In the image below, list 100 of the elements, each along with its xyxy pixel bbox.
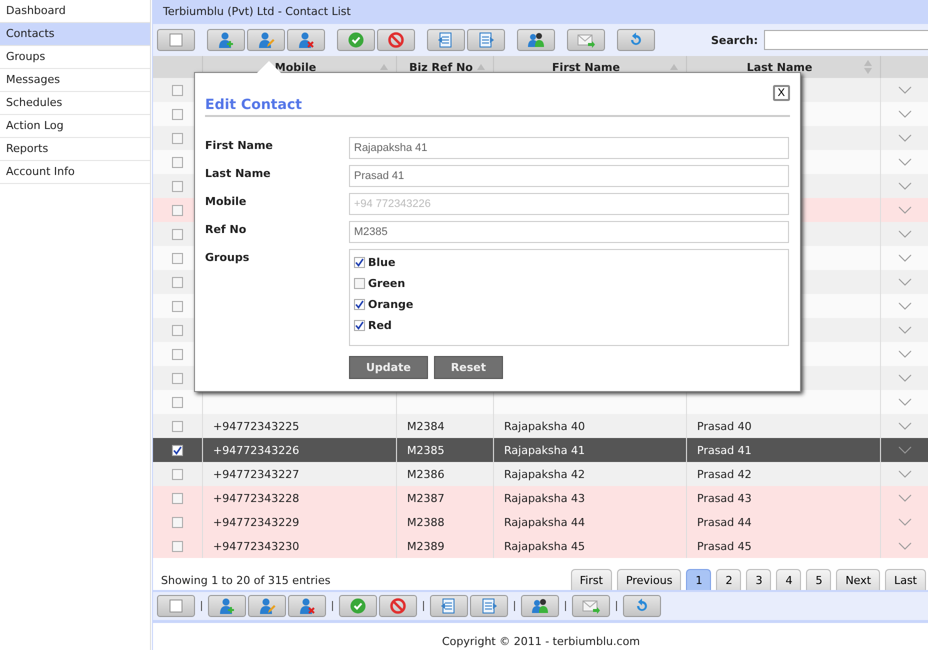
row-checkbox[interactable]: [172, 324, 183, 336]
input-field[interactable]: M2385: [349, 221, 789, 243]
group-checkbox[interactable]: Orange: [354, 294, 414, 315]
chevron-down-icon[interactable]: [898, 206, 912, 214]
people-icon: [531, 597, 549, 615]
export-button[interactable]: [470, 595, 508, 617]
page-button[interactable]: 5: [806, 569, 832, 590]
add-button[interactable]: [207, 29, 245, 51]
edit-button[interactable]: [248, 595, 286, 617]
row-checkbox[interactable]: [172, 156, 183, 168]
row-checkbox[interactable]: [172, 444, 183, 456]
row-checkbox[interactable]: [172, 132, 183, 144]
input-field[interactable]: Prasad 41: [349, 165, 789, 187]
row-checkbox[interactable]: [172, 468, 183, 480]
chevron-down-icon[interactable]: [898, 302, 912, 310]
table-cell: Prasad 42: [697, 468, 752, 480]
sidebar-item[interactable]: Reports: [0, 138, 150, 161]
people-button[interactable]: [521, 595, 559, 617]
row-checkbox[interactable]: [172, 348, 183, 360]
row-checkbox[interactable]: [172, 228, 183, 240]
mail-button[interactable]: [572, 595, 610, 617]
sidebar-item[interactable]: Groups: [0, 46, 150, 69]
chevron-down-icon[interactable]: [898, 422, 912, 430]
sidebar-item[interactable]: Messages: [0, 69, 150, 92]
table-cell: +94772343230: [213, 540, 300, 552]
chevron-down-icon[interactable]: [898, 374, 912, 382]
chevron-down-icon[interactable]: [898, 110, 912, 118]
row-checkbox[interactable]: [172, 492, 183, 504]
sidebar-item[interactable]: Account Info: [0, 161, 150, 184]
no-sign-icon: [389, 597, 407, 615]
table-cell: M2387: [407, 492, 444, 504]
row-checkbox[interactable]: [172, 516, 183, 528]
chevron-down-icon[interactable]: [898, 542, 912, 550]
row-checkbox[interactable]: [172, 372, 183, 384]
page-button[interactable]: First: [570, 569, 612, 590]
search-field[interactable]: [764, 30, 928, 50]
select-button[interactable]: [157, 595, 195, 617]
people-button[interactable]: [517, 29, 555, 51]
chevron-down-icon[interactable]: [898, 134, 912, 142]
chevron-down-icon[interactable]: [898, 470, 912, 478]
page-button[interactable]: 2: [716, 569, 742, 590]
chevron-down-icon[interactable]: [898, 518, 912, 526]
block-button[interactable]: [377, 29, 415, 51]
refresh-button[interactable]: [617, 29, 655, 51]
chevron-down-icon[interactable]: [898, 446, 912, 454]
chevron-down-icon[interactable]: [898, 86, 912, 94]
select-button[interactable]: [157, 29, 195, 51]
import-button[interactable]: [427, 29, 465, 51]
remove-button[interactable]: [288, 595, 326, 617]
row-checkbox[interactable]: [172, 540, 183, 552]
export-button[interactable]: [467, 29, 505, 51]
sidebar-item[interactable]: Contacts: [0, 23, 150, 46]
row-checkbox[interactable]: [172, 204, 183, 216]
chevron-down-icon[interactable]: [898, 398, 912, 406]
update-button[interactable]: Update: [349, 356, 428, 379]
group-checkbox[interactable]: Red: [354, 315, 392, 336]
page-button[interactable]: Last: [885, 569, 926, 590]
chevron-down-icon[interactable]: [898, 254, 912, 262]
chevron-down-icon[interactable]: [898, 230, 912, 238]
close-button[interactable]: X: [772, 85, 790, 101]
row-checkbox[interactable]: [172, 276, 183, 288]
page-button[interactable]: 1: [686, 569, 712, 590]
edit-button[interactable]: [247, 29, 285, 51]
input-field[interactable]: Rajapaksha 41: [349, 137, 789, 159]
group-checkbox[interactable]: Blue: [354, 252, 396, 273]
refresh-button[interactable]: [623, 595, 661, 617]
export-icon: [477, 31, 495, 49]
table-cell: +94772343226: [213, 444, 300, 456]
chevron-down-icon[interactable]: [898, 350, 912, 358]
row-checkbox[interactable]: [172, 180, 183, 192]
row-checkbox[interactable]: [172, 252, 183, 264]
chevron-down-icon[interactable]: [898, 494, 912, 502]
row-checkbox[interactable]: [172, 300, 183, 312]
chevron-down-icon[interactable]: [898, 326, 912, 334]
chevron-down-icon[interactable]: [898, 278, 912, 286]
add-person-icon: [218, 597, 236, 615]
reset-button[interactable]: Reset: [434, 356, 504, 379]
chevron-down-icon[interactable]: [898, 158, 912, 166]
approve-button[interactable]: [337, 29, 375, 51]
table-cell: Prasad 44: [697, 516, 752, 528]
mail-button[interactable]: [567, 29, 605, 51]
page-button[interactable]: 4: [776, 569, 802, 590]
table-cell: M2388: [407, 516, 444, 528]
sidebar-item[interactable]: Schedules: [0, 92, 150, 115]
row-checkbox[interactable]: [172, 108, 183, 120]
chevron-down-icon[interactable]: [898, 182, 912, 190]
group-checkbox[interactable]: Green: [354, 273, 406, 294]
add-button[interactable]: [208, 595, 246, 617]
row-checkbox[interactable]: [172, 396, 183, 408]
field-label: Groups: [205, 250, 250, 266]
sidebar-item[interactable]: Action Log: [0, 115, 150, 138]
row-checkbox[interactable]: [172, 84, 183, 96]
import-button[interactable]: [430, 595, 468, 617]
page-button[interactable]: 3: [746, 569, 772, 590]
page-button[interactable]: Next: [836, 569, 880, 590]
remove-button[interactable]: [287, 29, 325, 51]
block-button[interactable]: [379, 595, 417, 617]
approve-button[interactable]: [339, 595, 377, 617]
row-checkbox[interactable]: [172, 420, 183, 432]
page-button[interactable]: Previous: [616, 569, 682, 590]
